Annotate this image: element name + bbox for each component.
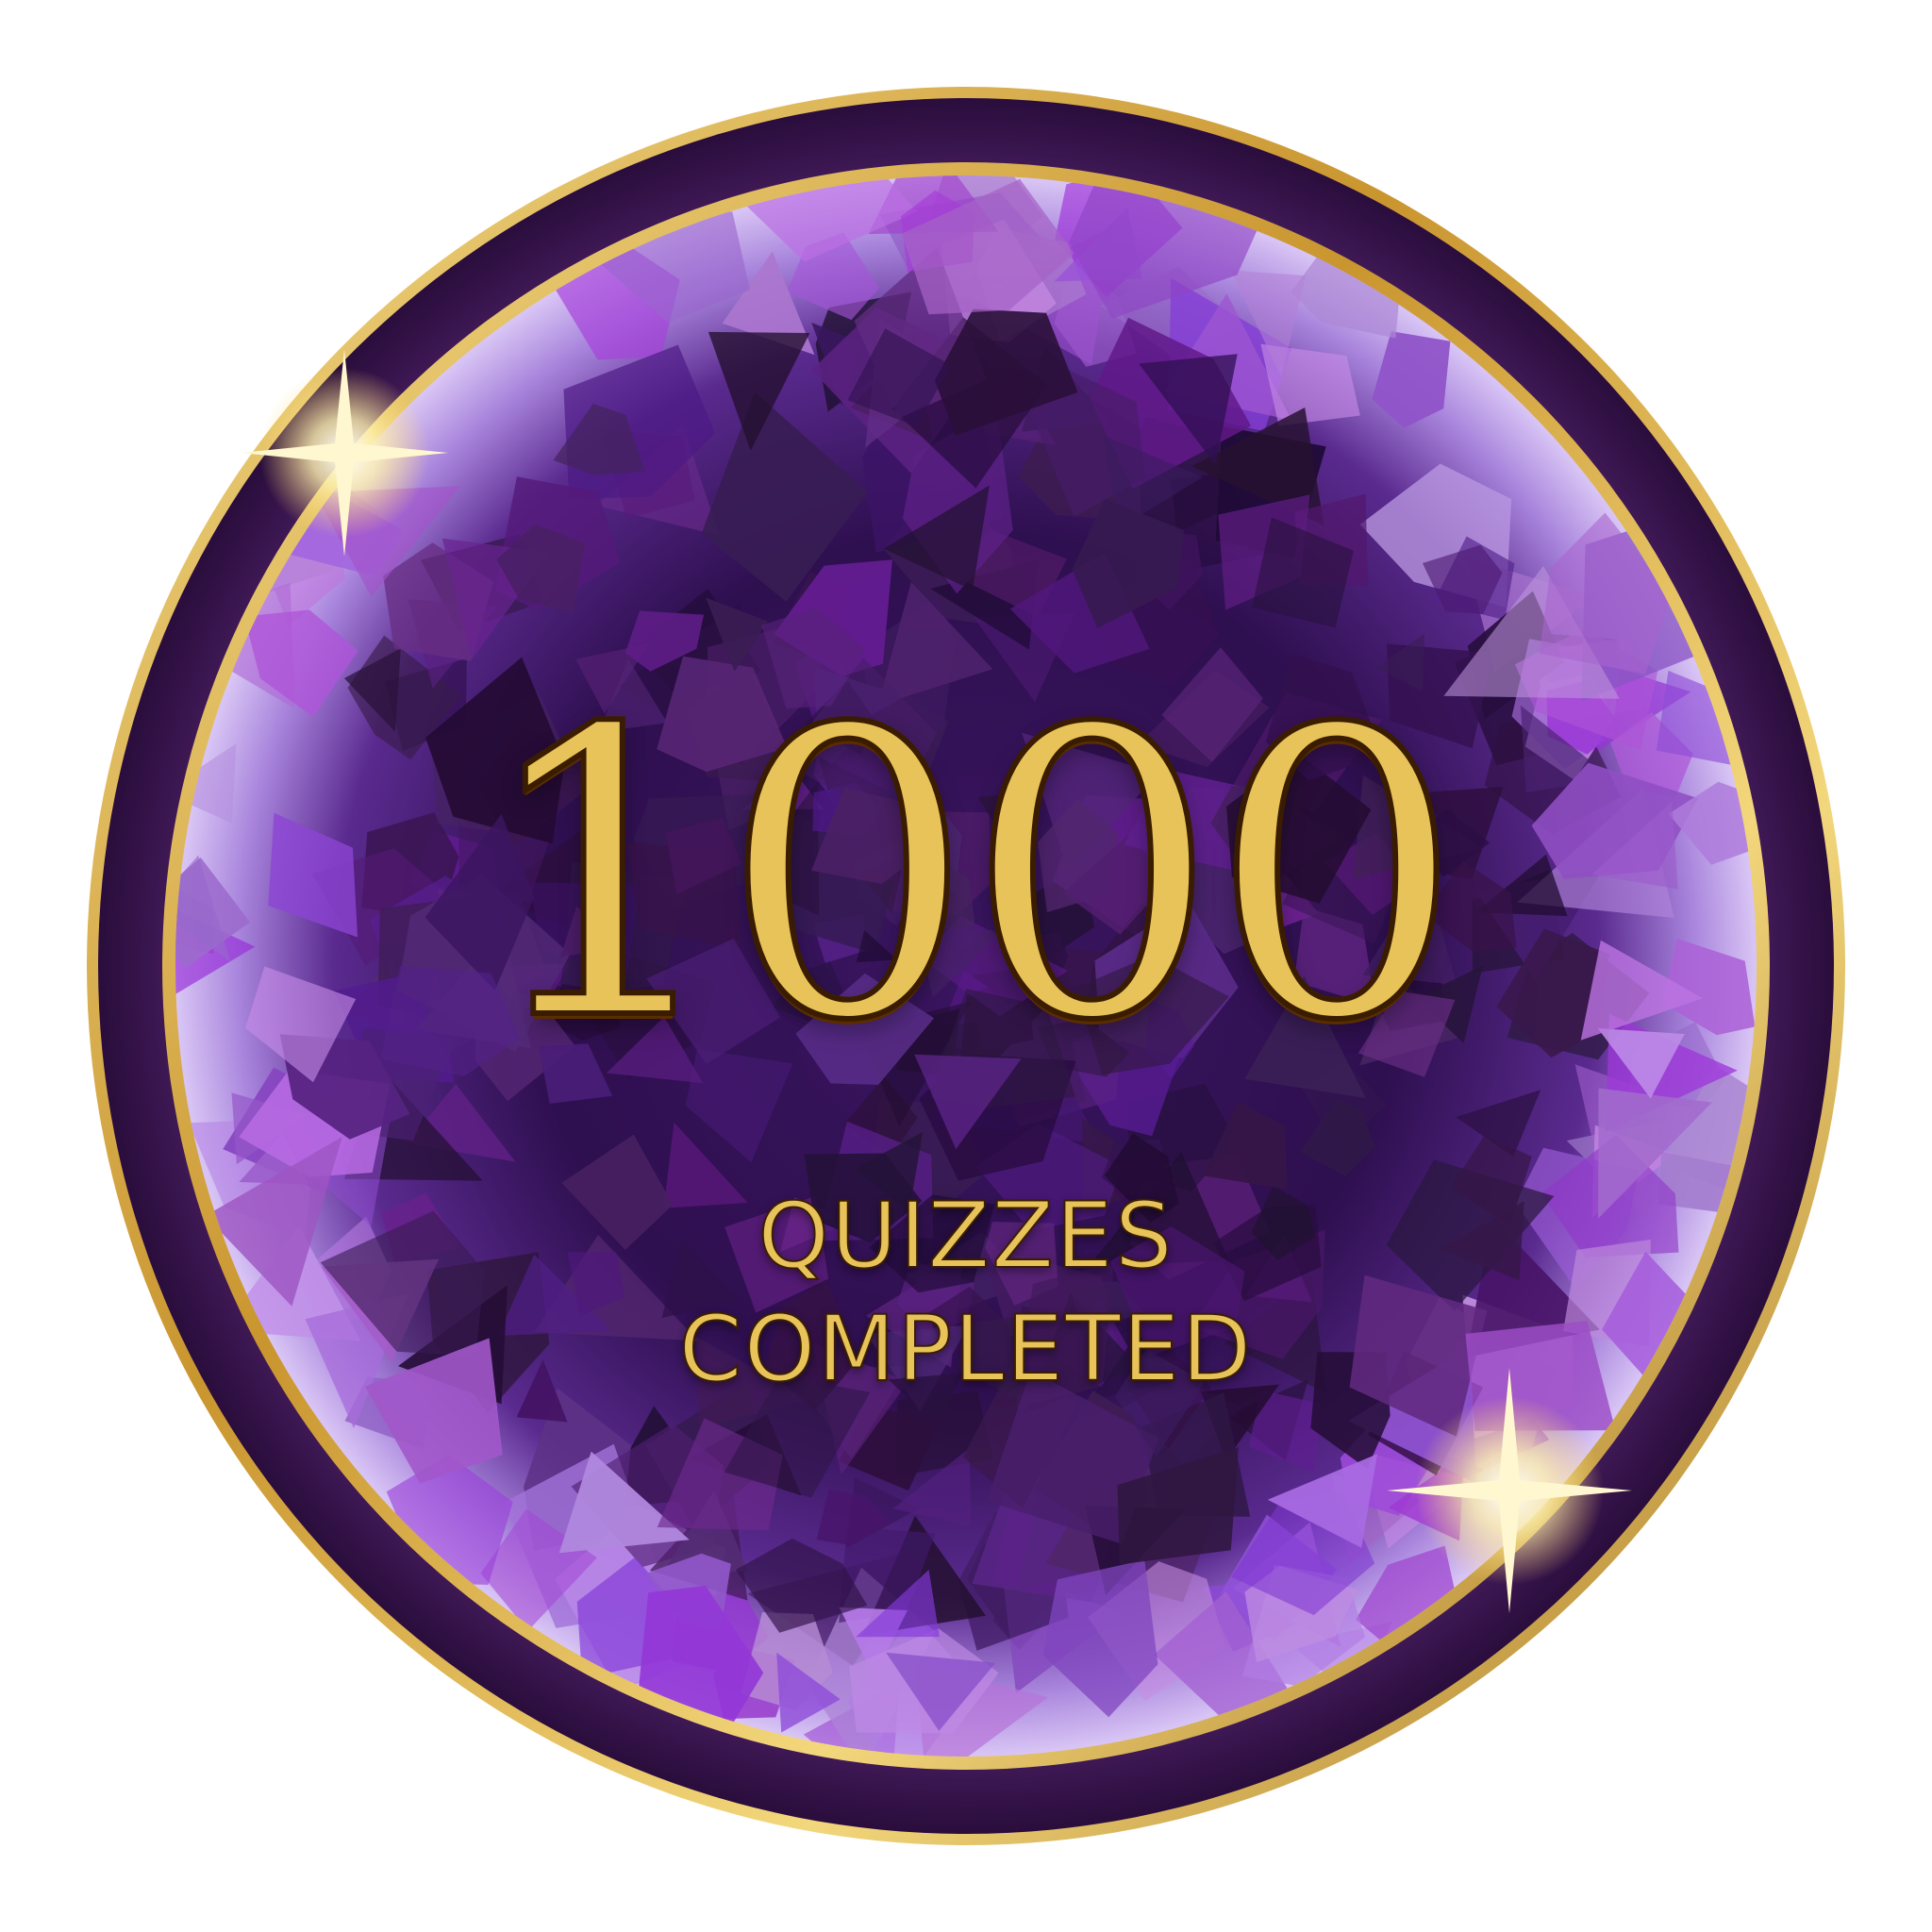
label-line-2: COMPLETED (678, 1296, 1254, 1402)
label-line-1: QUIZZES (757, 1183, 1174, 1289)
quiz-count: 1000 (475, 646, 1466, 1108)
badge: 1000 QUIZZES COMPLETED (0, 0, 1932, 1932)
